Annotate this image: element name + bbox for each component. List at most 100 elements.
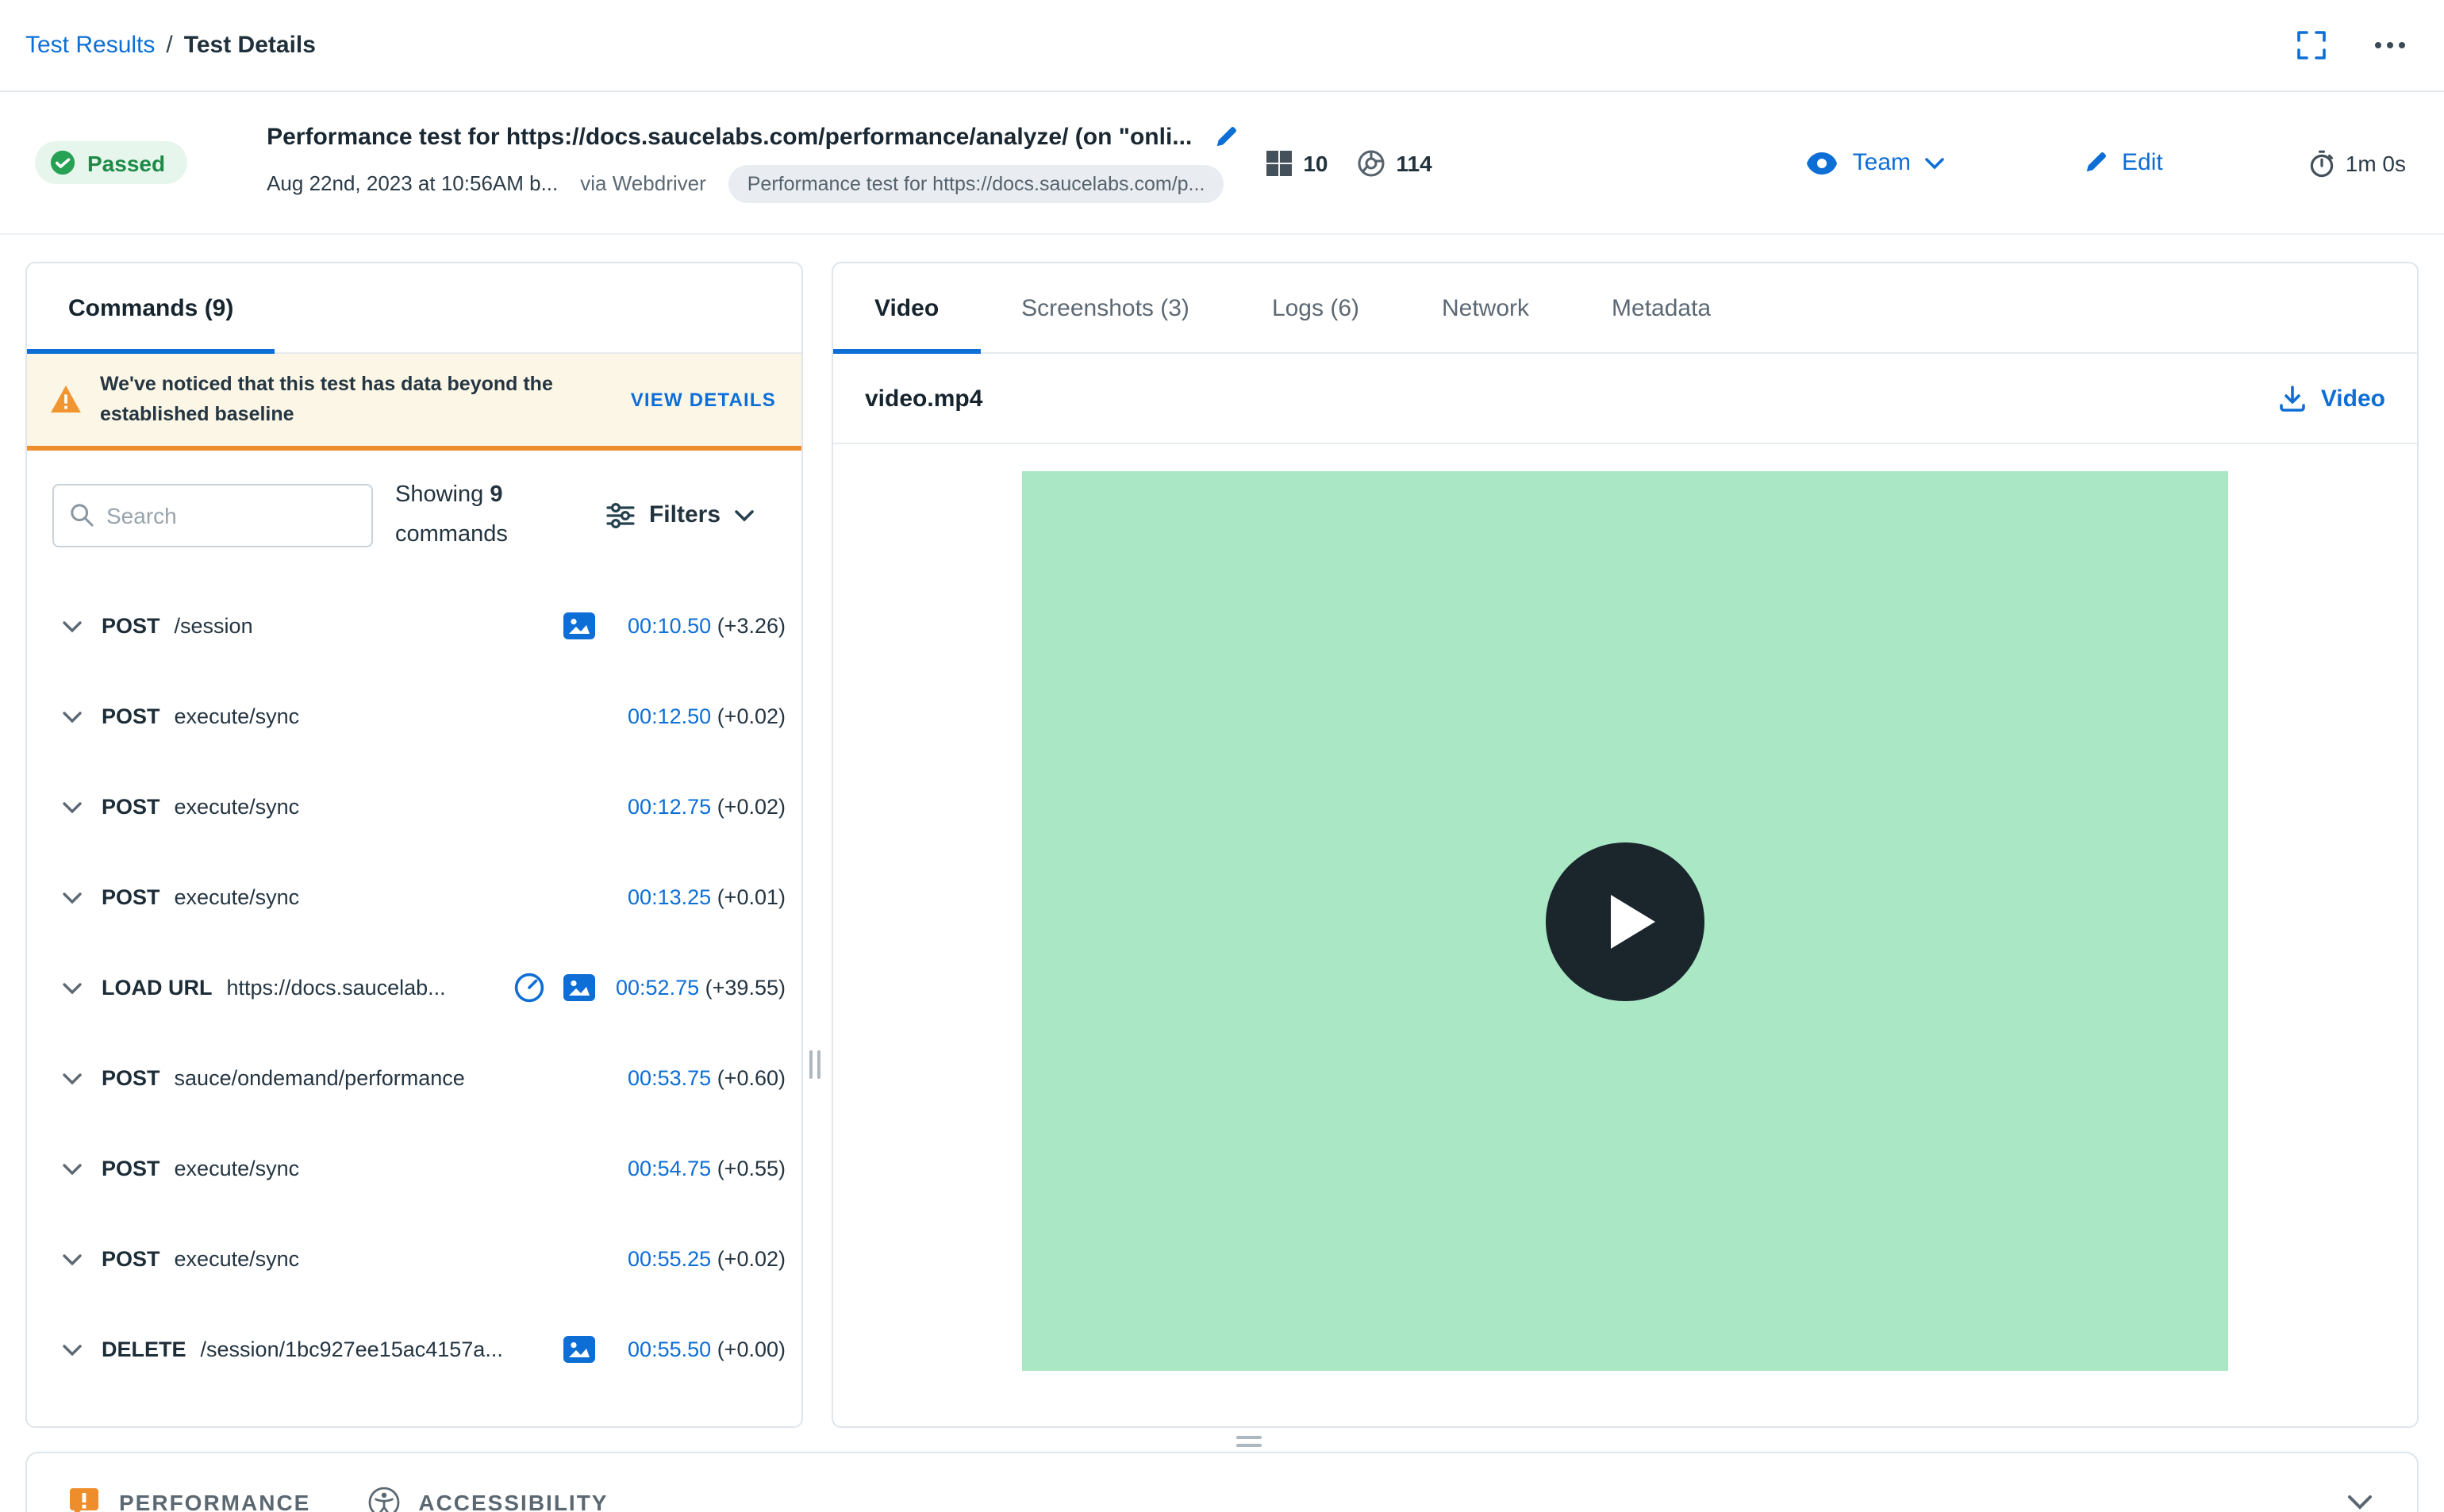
play-button[interactable]	[1546, 842, 1704, 1000]
command-row[interactable]: POST execute/sync 00:55.25 (+0.02)	[27, 1215, 801, 1305]
status-badge: Passed	[35, 141, 188, 184]
command-delta: (+0.01)	[717, 885, 786, 910]
eye-icon	[1807, 152, 1839, 174]
command-row[interactable]: POST /session 00:10.50 (+3.26)	[27, 581, 801, 672]
command-method: LOAD URL	[102, 976, 213, 1000]
os-version: 10	[1266, 150, 1328, 175]
tab-metadata[interactable]: Metadata	[1570, 263, 1752, 352]
commands-panel: Commands (9) We've noticed that this tes…	[25, 262, 803, 1428]
chevron-down-icon[interactable]	[62, 892, 84, 904]
showing-suffix: commands	[395, 521, 508, 547]
chevron-down-icon[interactable]	[62, 982, 84, 995]
tab-label: Network	[1442, 294, 1530, 321]
test-tag-pill: Performance test for https://docs.saucel…	[728, 164, 1224, 202]
chevron-down-icon[interactable]	[62, 1163, 84, 1176]
command-row[interactable]: DELETE /session/1bc927ee15ac4157a... 00:…	[27, 1305, 801, 1395]
fullscreen-icon[interactable]	[2296, 30, 2327, 60]
performance-section-button[interactable]: PERFORMANCE	[68, 1487, 310, 1512]
search-box[interactable]	[52, 483, 373, 547]
command-timestamp: 00:12.50 (+0.02)	[614, 705, 786, 729]
command-delta: (+0.02)	[717, 704, 786, 729]
bottom-bar: PERFORMANCE ACCESSIBILITY	[25, 1452, 2419, 1512]
screenshot-icon[interactable]	[563, 612, 595, 640]
video-region	[833, 444, 2417, 1426]
tab-logs-6[interactable]: Logs (6)	[1231, 263, 1401, 352]
video-player[interactable]	[1022, 471, 2228, 1371]
showing-prefix: Showing	[395, 482, 484, 507]
performance-gauge-icon[interactable]	[514, 973, 544, 1004]
breadcrumb-test-results-link[interactable]: Test Results	[25, 32, 155, 59]
content-area: Commands (9) We've noticed that this tes…	[0, 235, 2444, 1428]
chevron-down-icon[interactable]	[62, 620, 84, 633]
panel-resize-handle[interactable]	[809, 1050, 820, 1079]
command-time: 00:13.25	[628, 885, 712, 910]
command-timestamp: 00:55.25 (+0.02)	[614, 1248, 786, 1272]
chevron-down-icon[interactable]	[62, 801, 84, 814]
bottom-resize-handle[interactable]	[1236, 1436, 1262, 1447]
command-time: 00:12.75	[628, 795, 712, 819]
accessibility-section-button[interactable]: ACCESSIBILITY	[367, 1487, 608, 1512]
view-details-link[interactable]: VIEW DETAILS	[631, 389, 776, 411]
screenshot-icon[interactable]	[563, 974, 595, 1002]
command-row[interactable]: POST execute/sync 00:54.75 (+0.55)	[27, 1124, 801, 1215]
chevron-down-icon	[1925, 156, 1944, 169]
stopwatch-icon	[2309, 148, 2334, 177]
chevron-down-icon[interactable]	[62, 1073, 84, 1085]
search-input[interactable]	[106, 502, 355, 528]
command-method: POST	[102, 1247, 160, 1272]
download-video-button[interactable]: Video	[2280, 385, 2385, 412]
command-row[interactable]: LOAD URL https://docs.saucelab... 00:52.…	[27, 943, 801, 1034]
tab-video[interactable]: Video	[833, 263, 980, 354]
command-path: /session	[174, 614, 253, 639]
command-row[interactable]: POST execute/sync 00:12.75 (+0.02)	[27, 762, 801, 853]
more-options-icon[interactable]	[2374, 41, 2406, 49]
os-version-label: 10	[1303, 150, 1328, 175]
command-method: POST	[102, 614, 160, 639]
command-row[interactable]: POST execute/sync 00:12.50 (+0.02)	[27, 672, 801, 762]
search-icon	[70, 504, 94, 528]
commands-tabbar: Commands (9)	[27, 263, 801, 354]
tab-network[interactable]: Network	[1401, 263, 1570, 352]
duration-label: 1m 0s	[2345, 150, 2406, 175]
edit-button[interactable]: Edit	[2084, 149, 2163, 176]
edit-title-pencil-icon[interactable]	[1214, 125, 1238, 148]
command-timestamp: 00:52.75 (+39.55)	[614, 977, 786, 1000]
edit-label: Edit	[2122, 149, 2163, 176]
chevron-down-icon[interactable]	[62, 1344, 84, 1357]
command-time: 00:10.50	[628, 614, 712, 639]
command-method: DELETE	[102, 1337, 186, 1362]
command-time: 00:53.75	[628, 1066, 712, 1091]
detail-tabs: Video Screenshots (3) Logs (6) Network M…	[833, 263, 2417, 354]
filters-icon	[606, 502, 635, 528]
filters-button[interactable]: Filters	[606, 502, 754, 529]
command-path: execute/sync	[174, 1247, 300, 1272]
chevron-down-icon	[735, 509, 754, 522]
test-date: Aug 22nd, 2023 at 10:56AM b...	[267, 171, 559, 195]
command-method: POST	[102, 885, 160, 910]
tab-label: Screenshots (3)	[1021, 294, 1189, 321]
command-timestamp: 00:12.75 (+0.02)	[614, 796, 786, 819]
chevron-down-icon[interactable]	[62, 1253, 84, 1266]
breadcrumb: Test Results / Test Details	[25, 32, 316, 59]
command-delta: (+39.55)	[705, 976, 786, 1000]
command-delta: (+3.26)	[717, 614, 786, 639]
test-via: via Webdriver	[580, 171, 706, 195]
command-timestamp: 00:10.50 (+3.26)	[614, 615, 786, 639]
command-method: POST	[102, 795, 160, 819]
detail-panel: Video Screenshots (3) Logs (6) Network M…	[832, 262, 2419, 1428]
team-visibility-button[interactable]: Team	[1807, 149, 1944, 176]
tab-commands[interactable]: Commands (9)	[27, 263, 275, 354]
screenshot-icon[interactable]	[563, 1336, 595, 1364]
command-time: 00:12.50	[628, 704, 712, 729]
command-row[interactable]: POST sauce/ondemand/performance 00:53.75…	[27, 1034, 801, 1124]
command-path: execute/sync	[174, 885, 300, 910]
tab-screenshots-3[interactable]: Screenshots (3)	[980, 263, 1231, 352]
command-delta: (+0.02)	[717, 1247, 786, 1272]
chevron-down-icon[interactable]	[62, 711, 84, 723]
page: Test Results / Test Details Passed Perfo…	[0, 0, 2444, 1512]
tab-label: Logs (6)	[1271, 294, 1359, 321]
test-header: Passed Performance test for https://docs…	[0, 92, 2444, 235]
collapse-chevron-icon[interactable]	[2347, 1495, 2373, 1510]
command-row[interactable]: POST execute/sync 00:13.25 (+0.01)	[27, 853, 801, 943]
status-label: Passed	[87, 150, 166, 175]
